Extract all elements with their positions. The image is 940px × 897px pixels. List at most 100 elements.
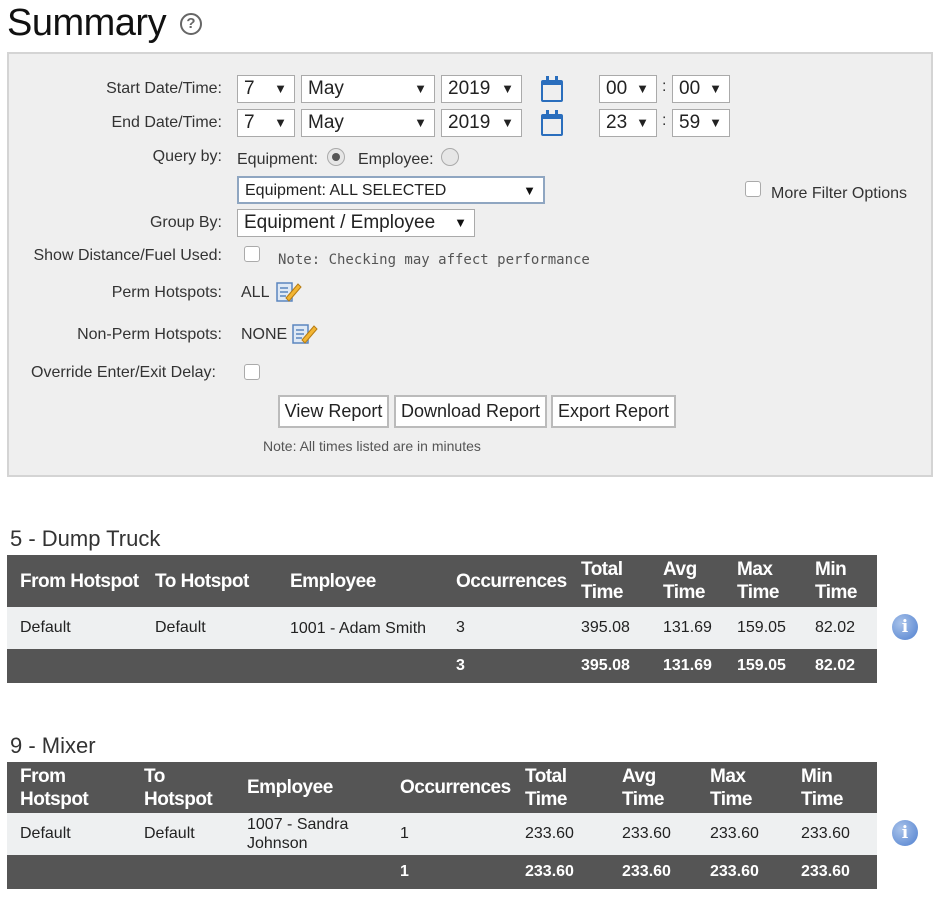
table-cell: 233.60 bbox=[512, 813, 609, 855]
start-year-select[interactable]: 2019 ▼ bbox=[441, 75, 522, 103]
performance-note: Note: Checking may affect performance bbox=[278, 252, 590, 268]
start-month-select[interactable]: May ▼ bbox=[301, 75, 435, 103]
query-equipment-label: Equipment: bbox=[237, 151, 318, 168]
table-header-row: From Hotspot To Hotspot Employee Occurre… bbox=[7, 555, 877, 607]
end-day-select[interactable]: 7 ▼ bbox=[237, 109, 295, 137]
help-icon[interactable]: ? bbox=[180, 13, 202, 35]
chevron-down-icon: ▼ bbox=[636, 81, 649, 96]
show-distance-label: Show Distance/Fuel Used: bbox=[33, 247, 222, 264]
table-cell: Default bbox=[131, 813, 234, 855]
col-header[interactable]: Min Time bbox=[802, 555, 877, 607]
chevron-down-icon: ▼ bbox=[274, 81, 287, 96]
override-delay-checkbox[interactable] bbox=[244, 364, 260, 380]
table-cell: 82.02 bbox=[802, 607, 877, 649]
col-header[interactable]: Occurrences bbox=[387, 762, 512, 813]
col-header[interactable]: Max Time bbox=[697, 762, 788, 813]
perm-hotspots-value: ALL bbox=[241, 284, 270, 301]
chevron-down-icon: ▼ bbox=[501, 81, 514, 96]
query-equipment-radio[interactable] bbox=[327, 148, 345, 166]
chevron-down-icon: ▼ bbox=[454, 215, 467, 230]
start-datetime-label: Start Date/Time: bbox=[106, 80, 222, 97]
start-hour-select[interactable]: 00 ▼ bbox=[599, 75, 657, 103]
end-minute-select[interactable]: 59 ▼ bbox=[672, 109, 730, 137]
table-row: Default Default 1001 - Adam Smith 3 395.… bbox=[7, 607, 877, 649]
total-cell bbox=[234, 855, 387, 889]
edit-icon[interactable] bbox=[292, 322, 318, 344]
total-cell: 233.60 bbox=[788, 855, 877, 889]
col-header[interactable]: Total Time bbox=[512, 762, 609, 813]
table-cell: 395.08 bbox=[568, 607, 650, 649]
query-employee-radio[interactable] bbox=[441, 148, 459, 166]
table-cell: 233.60 bbox=[609, 813, 697, 855]
total-cell bbox=[7, 855, 131, 889]
end-datetime-label: End Date/Time: bbox=[111, 114, 222, 131]
more-filter-checkbox[interactable] bbox=[745, 181, 761, 197]
table-cell: Default bbox=[7, 607, 142, 649]
section-title: 5 - Dump Truck bbox=[10, 526, 161, 551]
total-cell bbox=[7, 649, 142, 683]
total-cell: 233.60 bbox=[609, 855, 697, 889]
chevron-down-icon: ▼ bbox=[414, 115, 427, 130]
total-cell: 3 bbox=[443, 649, 568, 683]
perm-hotspots-label: Perm Hotspots: bbox=[111, 284, 222, 301]
page-title: Summary bbox=[7, 2, 167, 44]
total-cell bbox=[142, 649, 277, 683]
table-cell: 233.60 bbox=[697, 813, 788, 855]
chevron-down-icon: ▼ bbox=[414, 81, 427, 96]
table-cell: Default bbox=[142, 607, 277, 649]
table-cell: 131.69 bbox=[650, 607, 724, 649]
col-header[interactable]: To Hotspot bbox=[142, 555, 277, 607]
equipment-select[interactable]: Equipment: ALL SELECTED ▼ bbox=[237, 176, 545, 204]
chevron-down-icon: ▼ bbox=[501, 115, 514, 130]
end-hour-select[interactable]: 23 ▼ bbox=[599, 109, 657, 137]
col-header[interactable]: To Hotspot bbox=[131, 762, 234, 813]
chevron-down-icon: ▼ bbox=[523, 183, 536, 198]
override-delay-label: Override Enter/Exit Delay: bbox=[31, 364, 216, 381]
total-cell: 131.69 bbox=[650, 649, 724, 683]
info-icon[interactable]: i bbox=[892, 820, 918, 846]
download-report-button[interactable]: Download Report bbox=[394, 395, 547, 428]
table-total-row: 3 395.08 131.69 159.05 82.02 bbox=[7, 649, 877, 683]
start-minute-select[interactable]: 00 ▼ bbox=[672, 75, 730, 103]
section-title: 9 - Mixer bbox=[10, 733, 96, 758]
table-row: Default Default 1007 - Sandra Johnson 1 … bbox=[7, 813, 877, 855]
more-filter-label: More Filter Options bbox=[771, 185, 908, 202]
end-calendar-icon[interactable] bbox=[541, 110, 563, 136]
chevron-down-icon: ▼ bbox=[636, 115, 649, 130]
table-cell: 3 bbox=[443, 607, 568, 649]
end-month-select[interactable]: May ▼ bbox=[301, 109, 435, 137]
view-report-button[interactable]: View Report bbox=[278, 395, 389, 428]
total-cell: 233.60 bbox=[697, 855, 788, 889]
show-distance-checkbox[interactable] bbox=[244, 246, 260, 262]
group-by-select[interactable]: Equipment / Employee ▼ bbox=[237, 209, 475, 237]
col-header[interactable]: Avg Time bbox=[609, 762, 697, 813]
col-header[interactable]: Max Time bbox=[724, 555, 802, 607]
summary-table: From Hotspot To Hotspot Employee Occurre… bbox=[7, 555, 877, 683]
total-cell: 82.02 bbox=[802, 649, 877, 683]
table-total-row: 1 233.60 233.60 233.60 233.60 bbox=[7, 855, 877, 889]
col-header[interactable]: Occurrences bbox=[443, 555, 568, 607]
total-cell bbox=[277, 649, 443, 683]
query-by-label: Query by: bbox=[152, 148, 222, 165]
start-calendar-icon[interactable] bbox=[541, 76, 563, 102]
table-cell: 159.05 bbox=[724, 607, 802, 649]
col-header[interactable]: Employee bbox=[234, 762, 387, 813]
chevron-down-icon: ▼ bbox=[709, 115, 722, 130]
export-report-button[interactable]: Export Report bbox=[551, 395, 676, 428]
table-cell: 233.60 bbox=[788, 813, 877, 855]
col-header[interactable]: Avg Time bbox=[650, 555, 724, 607]
col-header[interactable]: Min Time bbox=[788, 762, 877, 813]
summary-table: From Hotspot To Hotspot Employee Occurre… bbox=[7, 762, 877, 889]
table-cell: Default bbox=[7, 813, 131, 855]
end-year-select[interactable]: 2019 ▼ bbox=[441, 109, 522, 137]
info-icon[interactable]: i bbox=[892, 614, 918, 640]
total-cell: 233.60 bbox=[512, 855, 609, 889]
edit-icon[interactable] bbox=[276, 280, 302, 302]
col-header[interactable]: Employee bbox=[277, 555, 443, 607]
time-colon: : bbox=[662, 78, 667, 95]
start-day-select[interactable]: 7 ▼ bbox=[237, 75, 295, 103]
table-cell: 1001 - Adam Smith bbox=[277, 607, 443, 649]
col-header[interactable]: From Hotspot bbox=[7, 555, 142, 607]
col-header[interactable]: Total Time bbox=[568, 555, 650, 607]
col-header[interactable]: From Hotspot bbox=[7, 762, 131, 813]
